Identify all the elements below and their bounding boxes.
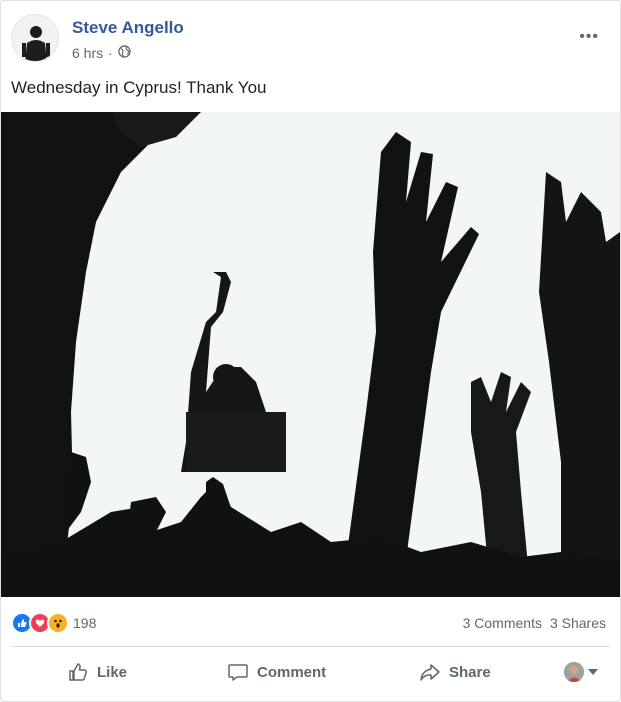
stats-divider xyxy=(11,646,610,647)
post-text: Wednesday in Cyprus! Thank You xyxy=(11,78,267,97)
avatar-image xyxy=(12,15,58,61)
more-options-icon[interactable]: ••• xyxy=(579,28,599,46)
comment-icon xyxy=(227,661,249,683)
chevron-down-icon xyxy=(588,669,598,675)
action-bar: Like Comment Share xyxy=(1,651,620,693)
reaction-identity-selector[interactable] xyxy=(564,662,598,682)
post-stats: 198 3 Comments 3 Shares xyxy=(1,597,620,647)
post-header: Steve Angello 6 hrs · ••• xyxy=(11,14,611,64)
post-photo[interactable] xyxy=(1,112,620,597)
comment-button[interactable]: Comment xyxy=(227,651,326,693)
like-button[interactable]: Like xyxy=(67,651,127,693)
author-name[interactable]: Steve Angello xyxy=(72,18,184,38)
reaction-summary[interactable]: 198 xyxy=(11,612,96,634)
shares-count[interactable]: 3 Shares xyxy=(550,615,606,631)
share-icon xyxy=(419,661,441,683)
reaction-count: 198 xyxy=(73,615,97,631)
comments-count[interactable]: 3 Comments xyxy=(463,615,542,631)
post-time[interactable]: 6 hrs xyxy=(72,45,103,61)
author-avatar[interactable] xyxy=(11,14,59,62)
globe-icon[interactable] xyxy=(118,45,131,61)
thumbs-up-icon xyxy=(67,661,89,683)
post-card: Steve Angello 6 hrs · ••• Wednesday in C… xyxy=(0,0,621,702)
like-label: Like xyxy=(97,663,128,681)
share-button[interactable]: Share xyxy=(419,651,491,693)
wow-reaction-icon xyxy=(47,612,69,634)
share-label: Share xyxy=(449,663,491,681)
user-avatar-icon xyxy=(564,662,584,682)
engagement-counts: 3 Comments 3 Shares xyxy=(463,615,606,631)
post-meta: 6 hrs · xyxy=(72,45,131,61)
concert-photo xyxy=(1,112,620,597)
meta-separator: · xyxy=(108,45,113,61)
comment-label: Comment xyxy=(257,663,327,681)
